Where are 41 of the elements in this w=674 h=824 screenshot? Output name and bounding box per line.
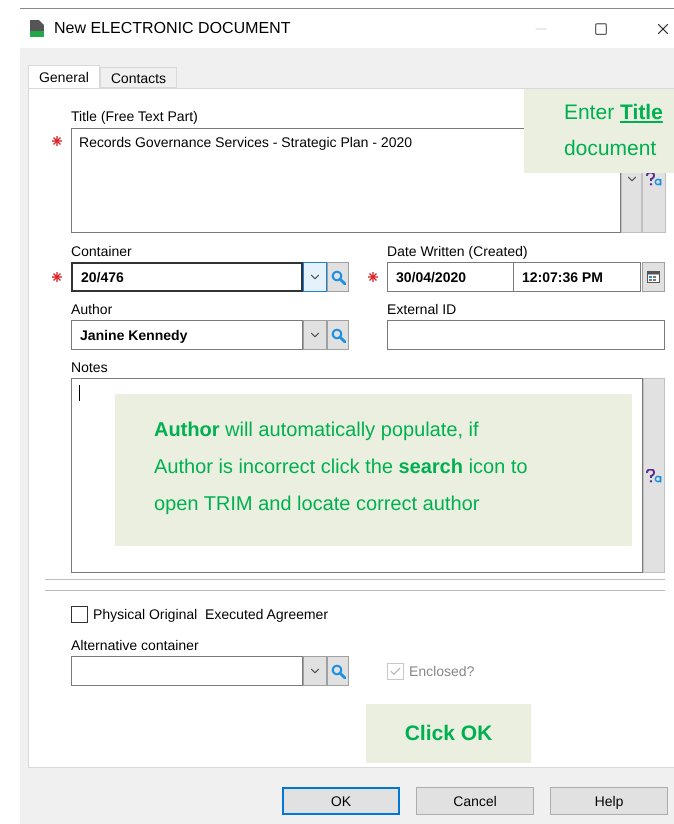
document-icon xyxy=(30,20,44,37)
dropdown-button[interactable] xyxy=(303,656,327,686)
dropdown-button[interactable] xyxy=(303,262,327,292)
callout: Enter Title document xyxy=(524,89,674,173)
calendar-button[interactable] xyxy=(642,262,665,292)
tab[interactable]: General xyxy=(28,65,100,89)
combo-field[interactable] xyxy=(71,656,303,686)
search-button[interactable] xyxy=(327,262,349,292)
time-field[interactable]: 12:07:36 PM xyxy=(514,262,641,292)
external-id-field[interactable] xyxy=(387,320,665,350)
date-field[interactable]: 30/04/2020 xyxy=(387,262,514,292)
callout: Click OK xyxy=(366,704,531,763)
search-icon xyxy=(330,328,346,342)
field-label: Notes xyxy=(71,358,108,376)
field-label: Alternative container xyxy=(71,636,199,654)
maximize-icon[interactable] xyxy=(594,22,608,36)
tab[interactable]: Contacts xyxy=(100,67,178,88)
search-button[interactable] xyxy=(327,656,349,686)
field-label: Author xyxy=(71,300,112,318)
combo-field[interactable]: Janine Kennedy xyxy=(71,320,303,350)
dialog-button[interactable]: Cancel xyxy=(416,787,534,815)
checkbox-label: Physical Original Executed Agreemer xyxy=(93,604,328,624)
search-icon xyxy=(330,664,346,678)
combo-field[interactable]: 20/476 xyxy=(71,262,303,292)
dialog-button[interactable]: Help xyxy=(550,787,668,815)
callout: Author will automatically populate, if Author is incorrect click the search icon to open TRIM and locate correct author xyxy=(115,394,632,546)
window-title: New ELECTRONIC DOCUMENT xyxy=(54,18,290,38)
search-button[interactable] xyxy=(327,320,349,350)
checkbox-label: Enclosed? xyxy=(409,662,474,680)
field-label: Container xyxy=(71,242,132,260)
field-label: External ID xyxy=(387,300,456,318)
spellcheck-icon xyxy=(646,468,662,482)
search-icon xyxy=(330,270,346,284)
notes-field[interactable] xyxy=(71,378,643,573)
dialog-button[interactable]: OK xyxy=(282,787,400,815)
field-label: Title (Free Text Part) xyxy=(71,107,198,125)
dropdown-button[interactable] xyxy=(303,320,327,350)
spellcheck-icon xyxy=(646,172,662,186)
field-label: Date Written (Created) xyxy=(387,242,528,260)
checkbox[interactable] xyxy=(71,606,88,622)
calendar-icon xyxy=(647,271,660,283)
